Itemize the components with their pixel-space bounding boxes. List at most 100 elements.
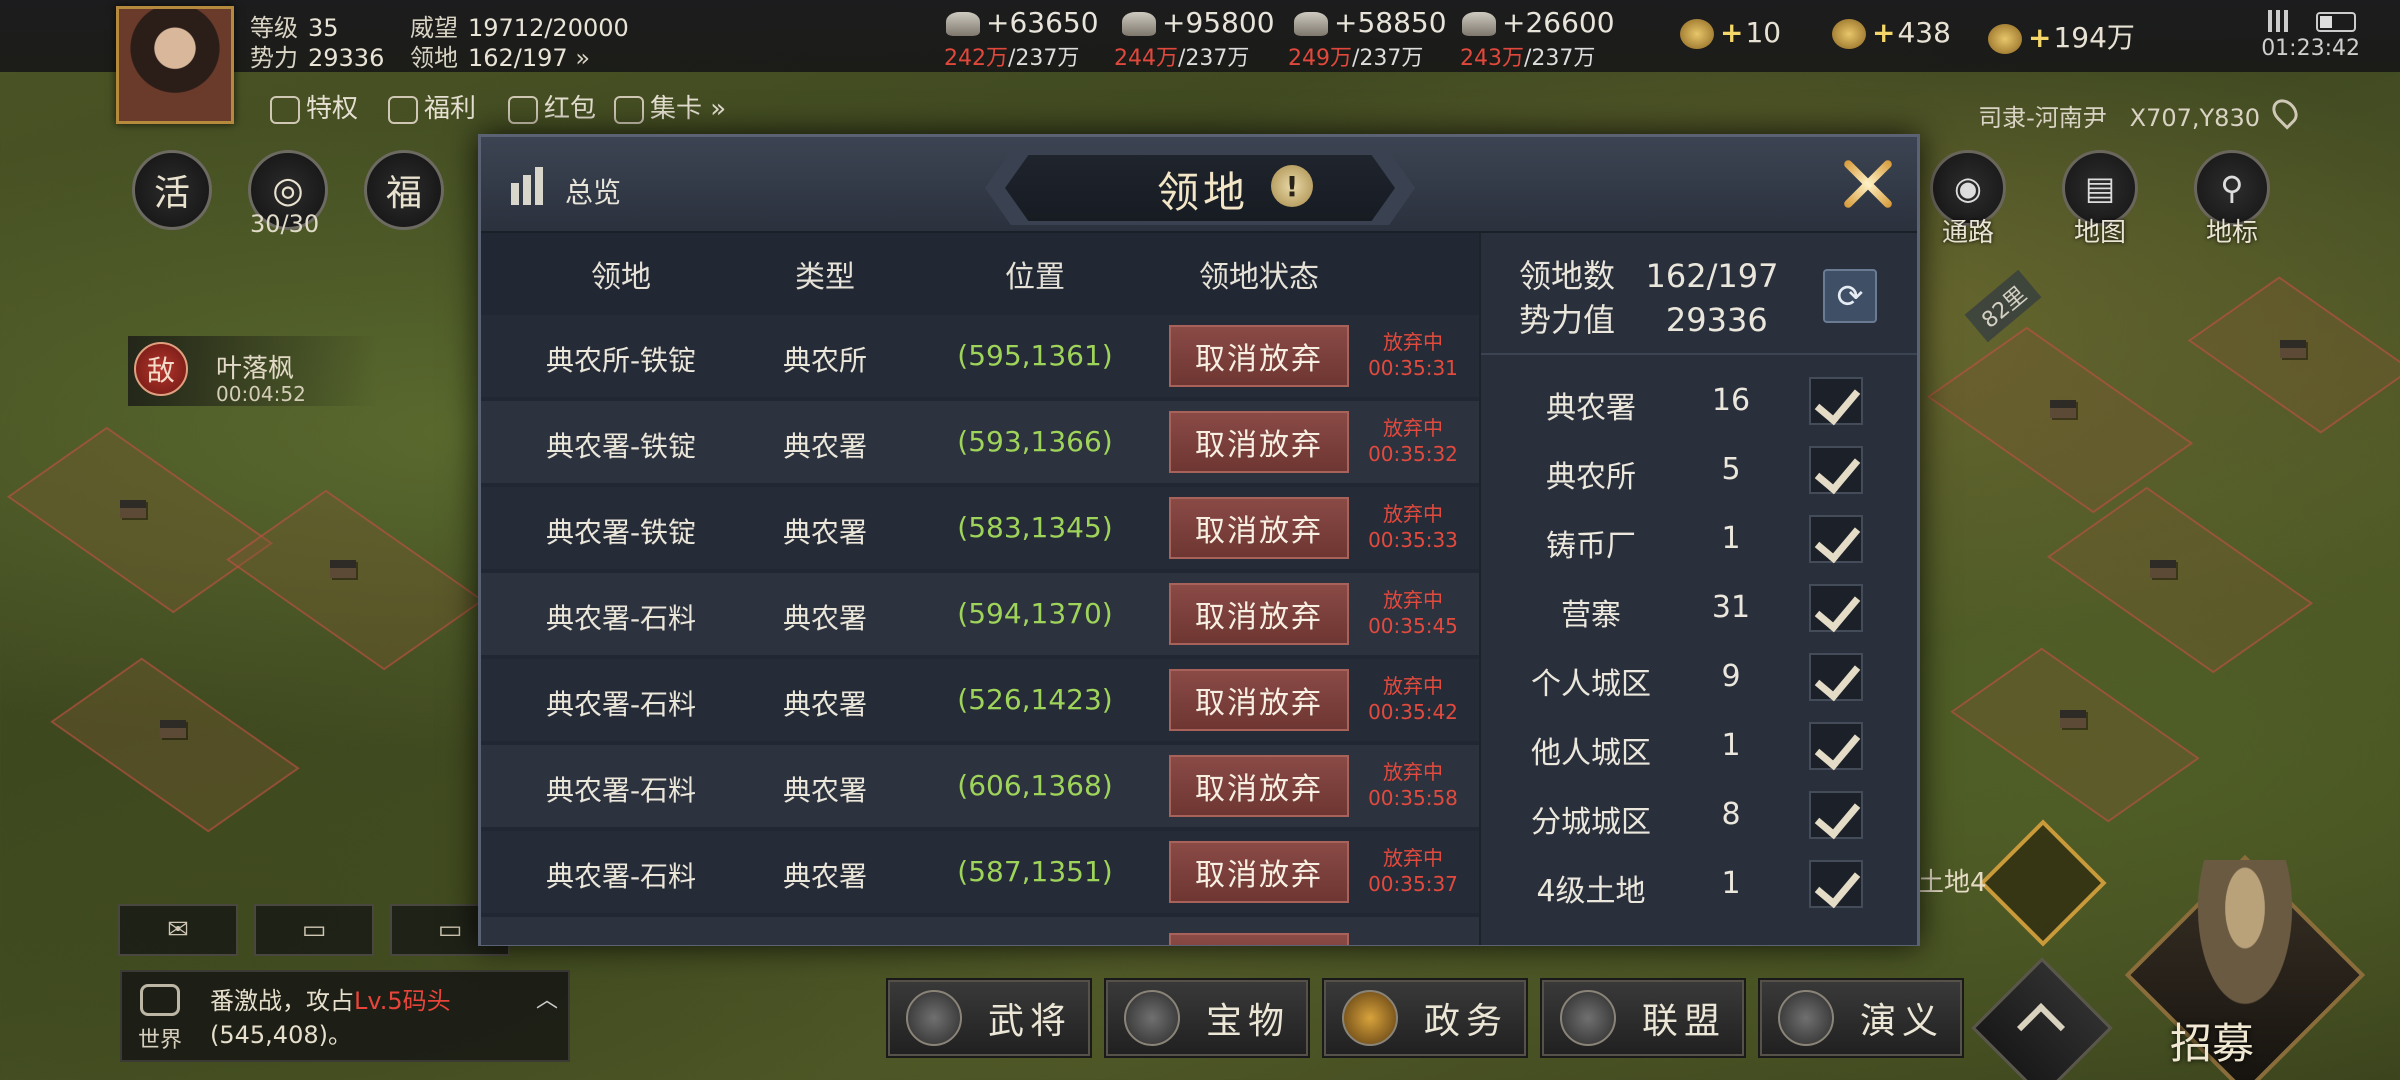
chat-channel[interactable]: 世界 (130, 980, 190, 1056)
general-icon (906, 990, 962, 1046)
cancel-abandon-button[interactable]: 取消放弃 (1169, 325, 1349, 387)
nav-treasure[interactable]: 宝物 (1104, 978, 1310, 1058)
status-timer: 00:35:32 (1368, 442, 1458, 466)
activity-label: 活 (153, 173, 190, 214)
card-collect-button[interactable]: 集卡 » (614, 88, 726, 125)
territory-filter-panel: 领地数 162/197 势力值 29336 ⟳ 典农署 16 典农所 5 铸币厂 1 … (1479, 233, 1917, 945)
territory-value: 162/197 (468, 44, 568, 72)
resource-iron[interactable]: +95800 (1122, 6, 1275, 39)
info-icon[interactable]: ! (1271, 165, 1313, 207)
table-row[interactable]: 典农署-石料 典农署 (587,1351) 取消放弃 放弃中 00:35:37 (481, 831, 1479, 913)
row-position-link[interactable]: (587,1351) (925, 855, 1145, 888)
filter-checkbox[interactable] (1809, 377, 1863, 425)
filter-checkbox[interactable] (1809, 515, 1863, 563)
row-position-link[interactable]: (526,1423) (925, 683, 1145, 716)
row-status: 放弃中 00:35:37 (1363, 845, 1463, 897)
filter-checkbox[interactable] (1809, 584, 1863, 632)
chat-highlight[interactable]: Lv.5码头 (354, 987, 451, 1015)
enemy-alert[interactable]: 敌 叶落枫 00:04:52 (128, 336, 378, 406)
currency-gold[interactable]: +438 (1832, 16, 1951, 49)
privilege-button[interactable]: 特权 (270, 88, 358, 125)
world-chat[interactable]: 世界 番激战，攻占Lv.5码头(545,408)。 ︿ (120, 970, 570, 1062)
table-row[interactable]: 典农署-石料 典农署 (594,1370) 取消放弃 放弃中 00:35:45 (481, 573, 1479, 655)
landmark-button[interactable]: ⚲ 地标 (2184, 150, 2280, 249)
filter-row[interactable]: 营寨 31 (1481, 574, 1917, 643)
activity-button[interactable]: 活 (132, 150, 212, 230)
plus-icon: + (1720, 16, 1744, 49)
table-row[interactable]: 典农署-铁锭 典农署 (583,1345) 取消放弃 放弃中 00:35:33 (481, 487, 1479, 569)
nav-generals[interactable]: 武将 (886, 978, 1092, 1058)
filter-row[interactable]: 他人城区 1 (1481, 712, 1917, 781)
filter-row[interactable]: 个人城区 9 (1481, 643, 1917, 712)
resource-stone[interactable]: +58850 (1294, 6, 1447, 39)
stone-icon (1294, 12, 1328, 36)
resource-wood[interactable]: +63650 (946, 6, 1099, 39)
table-row[interactable]: 典农署-石料 典农署 (526,1423) 取消放弃 放弃中 00:35:42 (481, 659, 1479, 741)
crown-icon (270, 95, 300, 124)
territory-table[interactable]: 领地 类型 位置 领地状态 典农所-铁锭 典农所 (595,1361) 取消放弃… (481, 233, 1479, 945)
recruit-button[interactable]: 招募 (2120, 850, 2380, 1080)
filter-checkbox[interactable] (1809, 791, 1863, 839)
filter-checkbox[interactable] (1809, 722, 1863, 770)
row-position-link[interactable]: (594,1370) (925, 597, 1145, 630)
scroll-icon: ▭ (301, 915, 327, 945)
row-position-link[interactable]: (593,1366) (925, 425, 1145, 458)
cancel-abandon-button[interactable]: 取消放弃 (1169, 411, 1349, 473)
cancel-abandon-button[interactable]: 取消放弃 (1169, 497, 1349, 559)
resource-stone-stock: 249万/237万 (1288, 40, 1423, 72)
map-button[interactable]: ▤ 地图 (2052, 150, 2148, 249)
row-position-link[interactable]: (595,1361) (925, 339, 1145, 372)
cancel-abandon-button[interactable]: 取消放弃 (1169, 841, 1349, 903)
filter-count: 16 (1711, 383, 1751, 418)
scroll-button[interactable]: ▭ (254, 904, 374, 956)
refresh-button[interactable]: ⟳ (1823, 269, 1877, 323)
current-location[interactable]: 司隶-河南尹 X707,Y830 (1978, 98, 2260, 133)
filter-row[interactable]: 铸币厂 1 (1481, 505, 1917, 574)
power-stat-summary: 势力值 29336 (1519, 295, 1768, 341)
currency-ingot[interactable]: +10 (1680, 16, 1781, 49)
welfare-button[interactable]: 福利 (388, 88, 476, 125)
territory-stat[interactable]: 领地 162/197 » (410, 38, 590, 73)
currency-copper[interactable]: +194万 (1988, 16, 2135, 56)
column-header-position: 位置 (1005, 260, 1065, 295)
chevron-up-icon[interactable]: ︿ (536, 982, 558, 1014)
overview-tab[interactable]: 总览 (565, 171, 621, 211)
table-row[interactable]: 典农署-石料 典农署 (606,1368) 取消放弃 放弃中 00:35:58 (481, 745, 1479, 827)
nav-saga[interactable]: 演义 (1758, 978, 1964, 1058)
filter-checkbox[interactable] (1809, 446, 1863, 494)
filter-row[interactable]: 分城城区 8 (1481, 781, 1917, 850)
red-packet-button[interactable]: 红包 (508, 88, 596, 125)
treasure-icon (1124, 990, 1180, 1046)
signal-icon (2268, 10, 2296, 32)
close-button[interactable] (1839, 155, 1897, 213)
power-value: 29336 (308, 44, 385, 72)
row-position-link[interactable]: (606,1368) (925, 769, 1145, 802)
filter-row[interactable]: 4级土地 1 (1481, 850, 1917, 919)
filter-name: 4级土地 (1536, 874, 1646, 909)
player-avatar[interactable] (116, 6, 234, 124)
chat-channel-label: 世界 (137, 1028, 182, 1053)
row-position-link[interactable]: (583,1345) (925, 511, 1145, 544)
refresh-icon: ⟳ (1836, 277, 1864, 315)
resource-current: 243万 (1460, 46, 1524, 71)
filter-checkbox[interactable] (1809, 860, 1863, 908)
filter-row[interactable]: 典农署 16 (1481, 367, 1917, 436)
resource-grain[interactable]: +26600 (1462, 6, 1615, 39)
nav-alliance[interactable]: 联盟 (1540, 978, 1746, 1058)
table-row[interactable]: 典农所-铁锭 典农所 (595,1361) 取消放弃 放弃中 00:35:31 (481, 315, 1479, 397)
status-timer: 00:35:45 (1368, 614, 1458, 638)
cancel-abandon-button[interactable]: 取消放弃 (1169, 755, 1349, 817)
route-button[interactable]: ◉ 通路 (1920, 150, 2016, 249)
table-row[interactable]: 典农署-铁锭 典农署 (593,1366) 取消放弃 放弃中 00:35:32 (481, 401, 1479, 483)
bar-chart-icon[interactable] (511, 167, 553, 205)
chat-bubble-icon (388, 95, 418, 124)
cancel-abandon-button[interactable]: 取消放弃 (1169, 669, 1349, 731)
filter-checkbox[interactable] (1809, 653, 1863, 701)
cancel-abandon-button[interactable]: 取消放弃 (1169, 583, 1349, 645)
nav-politics[interactable]: 政务 (1322, 978, 1528, 1058)
fortune-button[interactable]: 福 (364, 150, 444, 230)
mail-button[interactable]: ✉ (118, 904, 238, 956)
resource-current: 242万 (944, 46, 1008, 71)
filter-row[interactable]: 典农所 5 (1481, 436, 1917, 505)
filter-count: 8 (1721, 797, 1741, 832)
